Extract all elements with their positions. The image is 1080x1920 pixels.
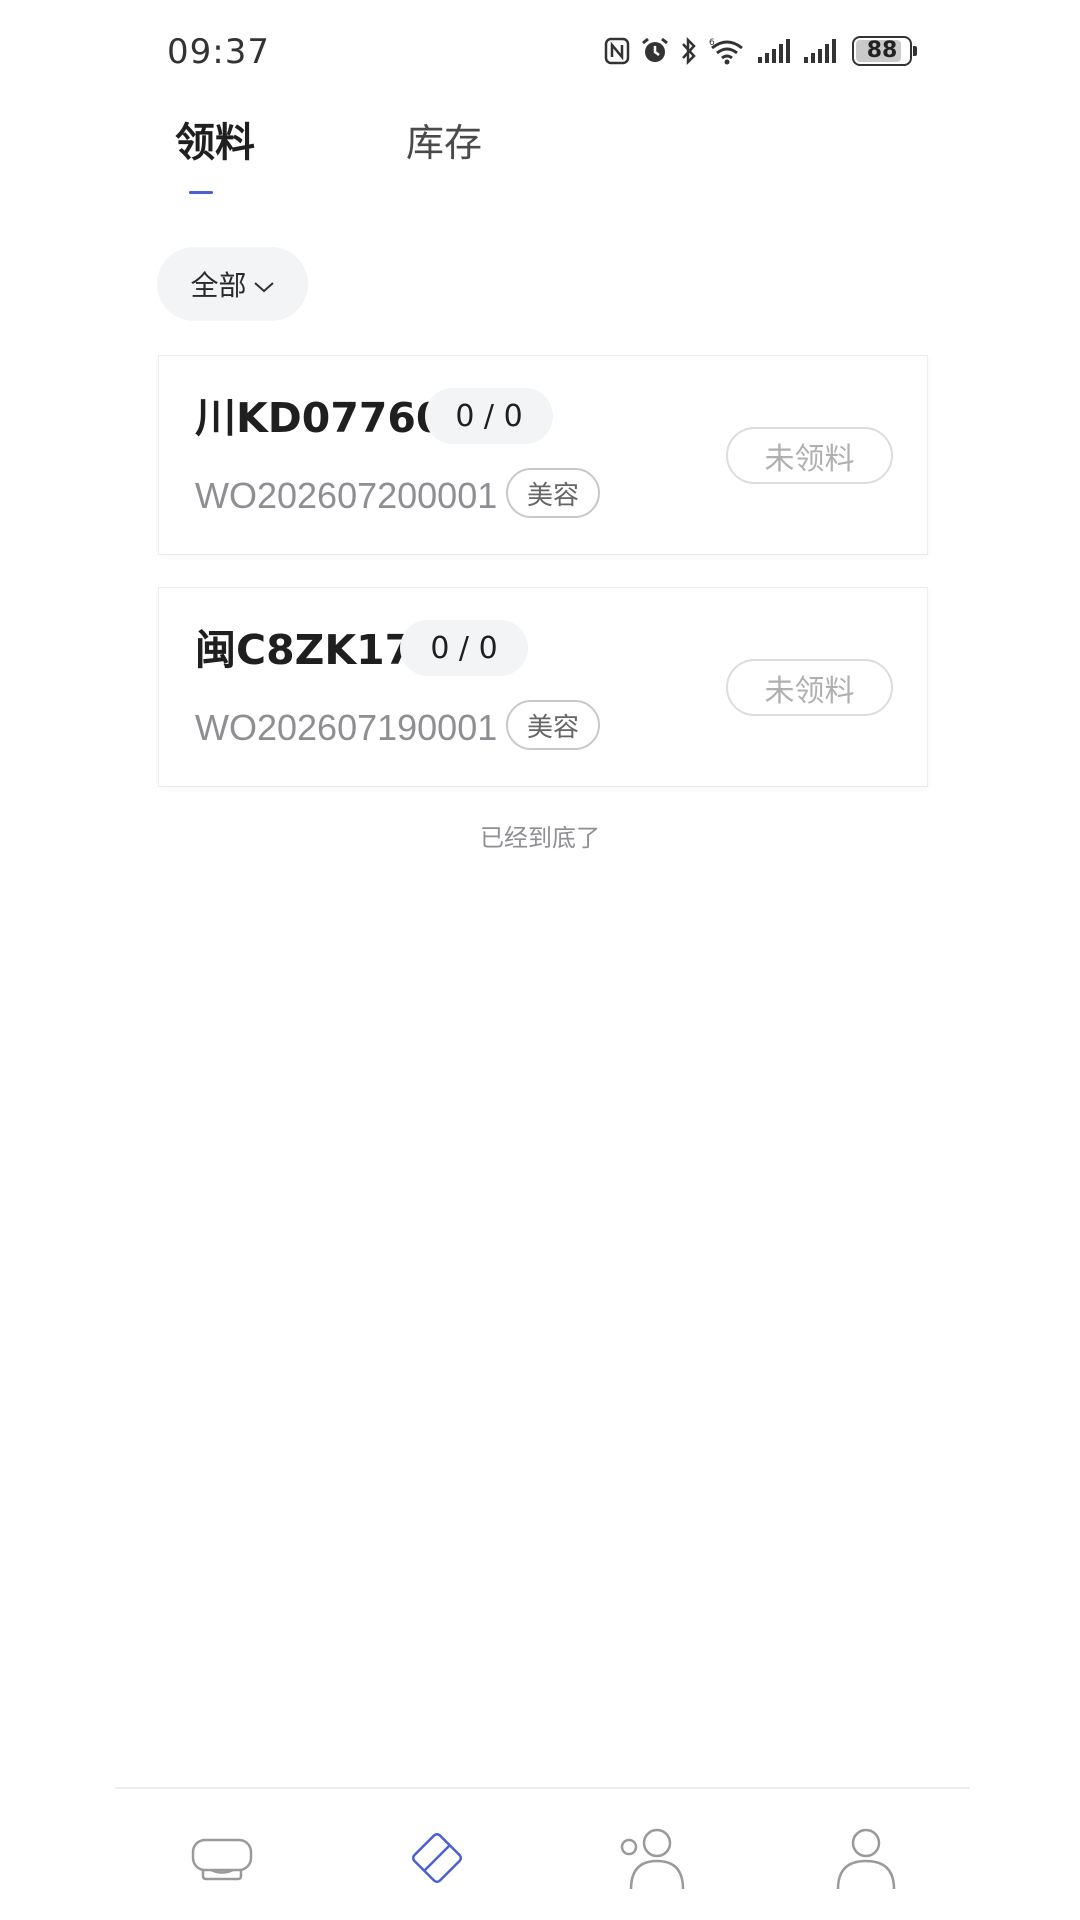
work-order-number: WO202607190001 — [195, 707, 498, 748]
alarm-icon — [640, 36, 670, 66]
app-screen: 09:37 6 88 领料 库存 全部 川KD07760 0 / 0 WO202… — [0, 0, 1080, 1920]
status-icons: 6 88 — [604, 34, 917, 68]
nav-item-customers[interactable] — [611, 1820, 691, 1900]
material-count: 0 / 0 — [425, 388, 553, 444]
work-order-icon — [405, 1826, 469, 1894]
battery-icon: 88 — [852, 36, 917, 66]
pick-status-button[interactable]: 未领料 — [726, 427, 893, 484]
material-count: 0 / 0 — [400, 620, 528, 676]
service-type-tag: 美容 — [506, 468, 600, 518]
nav-item-profile[interactable] — [826, 1820, 906, 1900]
bottom-nav-divider — [115, 1787, 970, 1789]
nav-item-work-order[interactable] — [397, 1820, 477, 1900]
chevron-down-icon — [253, 268, 275, 301]
tab-inventory[interactable]: 库存 — [406, 118, 482, 168]
service-type-tag: 美容 — [506, 700, 600, 750]
wifi-icon: 6 — [708, 36, 746, 66]
active-tab-indicator — [189, 191, 213, 194]
filter-dropdown[interactable]: 全部 — [157, 247, 308, 321]
filter-label: 全部 — [190, 269, 247, 302]
profile-icon — [834, 1825, 898, 1895]
nav-item-car[interactable] — [182, 1820, 262, 1900]
status-time: 09:37 — [167, 32, 270, 72]
battery-level: 88 — [866, 38, 898, 63]
list-end-text: 已经到底了 — [480, 824, 600, 852]
order-card[interactable]: 闽C8ZK17 0 / 0 WO202607190001 美容 未领料 — [158, 587, 928, 787]
order-card[interactable]: 川KD07760 0 / 0 WO202607200001 美容 未领料 — [158, 355, 928, 555]
license-plate: 闽C8ZK17 — [195, 626, 414, 674]
bluetooth-icon — [680, 36, 698, 66]
svg-text:6: 6 — [709, 38, 715, 48]
tab-material-pick[interactable]: 领料 — [175, 118, 255, 168]
signal-icon — [802, 37, 838, 65]
signal-icon — [756, 37, 792, 65]
car-icon — [189, 1832, 255, 1888]
pick-status-button[interactable]: 未领料 — [726, 659, 893, 716]
license-plate: 川KD07760 — [195, 394, 445, 442]
status-bar: 09:37 6 88 — [0, 0, 1080, 100]
nfc-icon — [604, 37, 630, 65]
customers-icon — [615, 1825, 687, 1895]
work-order-number: WO202607200001 — [195, 475, 498, 516]
